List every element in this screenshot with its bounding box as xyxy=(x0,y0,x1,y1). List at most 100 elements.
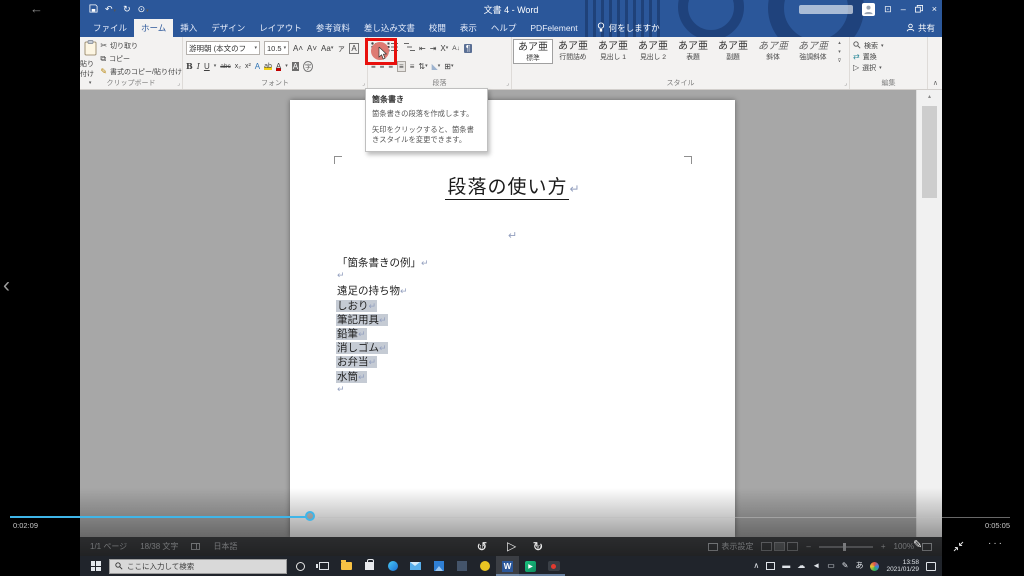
tab-デザイン[interactable]: デザイン xyxy=(204,19,252,37)
sort-button[interactable]: A↓ xyxy=(452,45,460,52)
grow-font-button[interactable]: A˄ xyxy=(293,44,303,53)
borders-button[interactable]: ⊞ ▾ xyxy=(444,62,453,71)
gallery-up-icon[interactable]: ▴ xyxy=(838,40,841,46)
character-count[interactable]: 18/38 文字 xyxy=(140,541,178,552)
line-spacing-button[interactable]: ⇅ ▾ xyxy=(418,62,427,71)
player-back-icon[interactable]: ← xyxy=(30,1,43,16)
select-button[interactable]: ▷ 選択 ▾ xyxy=(853,62,924,73)
style-表題[interactable]: あア亜 表題 xyxy=(673,39,713,64)
taskbar-clock[interactable]: 13:58 2021/01/29 xyxy=(886,559,919,574)
format-painter-button[interactable]: ✎ 書式のコピー/貼り付け xyxy=(100,66,182,77)
ribbon-display-options-icon[interactable]: ⊡ xyxy=(884,5,892,14)
progress-bar-handle[interactable] xyxy=(305,511,315,521)
style-斜体[interactable]: あア亜 斜体 xyxy=(753,39,793,64)
tab-校閲[interactable]: 校閲 xyxy=(422,19,453,37)
display-settings-button[interactable]: 表示設定 xyxy=(708,541,753,552)
rewind-10-button[interactable]: ↺ 10 xyxy=(475,538,489,556)
style-見出し 2[interactable]: あア亜 見出し 2 xyxy=(633,39,673,64)
tab-挿入[interactable]: 挿入 xyxy=(173,19,204,37)
cut-button[interactable]: ✂ 切り取り xyxy=(100,40,182,51)
italic-button[interactable]: I xyxy=(197,62,200,71)
paragraph-dialog-launcher[interactable]: ⌟ xyxy=(506,80,509,87)
document-line[interactable]: ↵ xyxy=(336,383,430,397)
zoom-level[interactable]: 100% xyxy=(894,542,914,551)
taskbar-search[interactable] xyxy=(109,558,287,574)
document-line[interactable]: 「箇条書きの例」↵ xyxy=(336,255,430,269)
document-line[interactable]: 遠足の持ち物↵ xyxy=(336,283,430,297)
fit-width-icon[interactable] xyxy=(922,542,932,551)
font-color-button[interactable]: A xyxy=(276,62,281,71)
document-line[interactable]: 水筒↵ xyxy=(336,369,430,383)
paste-button[interactable]: 貼り付け ▾ xyxy=(80,37,100,86)
scrollbar-thumb[interactable] xyxy=(922,106,937,198)
distribute-button[interactable]: ≡ xyxy=(410,62,415,71)
share-button[interactable]: 共有 xyxy=(906,19,935,37)
gallery-down-icon[interactable]: ▾ xyxy=(838,49,841,55)
strikethrough-button[interactable]: abc xyxy=(220,63,230,70)
tab-PDFelement[interactable]: PDFelement xyxy=(523,19,584,37)
video-editor-taskbar-button[interactable]: ▶ xyxy=(519,556,542,576)
player-prev-chevron-icon[interactable]: ‹ xyxy=(3,274,10,298)
task-view-button[interactable] xyxy=(312,556,335,576)
cortana-button[interactable] xyxy=(289,556,312,576)
search-input[interactable] xyxy=(127,561,267,571)
shrink-font-button[interactable]: A˅ xyxy=(307,44,317,53)
character-shading-button[interactable]: A xyxy=(291,61,300,71)
mail-button[interactable] xyxy=(404,556,427,576)
multilevel-list-button[interactable] xyxy=(403,39,415,57)
document-page[interactable]: 段落の使い方 ↵ ↵ 「箇条書きの例」↵ ↵ 遠足の持ち物↵ しおり↵ 筆記用具↵ 鉛筆↵ 消… xyxy=(290,100,735,537)
underline-button[interactable]: U xyxy=(204,62,210,71)
color-app-icon[interactable] xyxy=(870,561,880,571)
notification-center-icon[interactable] xyxy=(926,561,936,571)
word-taskbar-button[interactable]: W xyxy=(496,556,519,576)
language-indicator[interactable]: 日本語 xyxy=(213,541,237,552)
display-tray-icon[interactable]: ▭ xyxy=(827,561,835,571)
tab-レイアウト[interactable]: レイアウト xyxy=(252,19,309,37)
progress-bar-track[interactable] xyxy=(318,517,1010,518)
enclose-character-button[interactable]: 字 xyxy=(303,60,314,72)
style-行間詰め[interactable]: あア亜 行間詰め xyxy=(553,39,593,64)
zoom-slider-thumb[interactable] xyxy=(842,542,846,551)
highlight-color-button[interactable]: ab xyxy=(264,63,272,70)
zoom-out-button[interactable]: – xyxy=(806,542,810,551)
font-name-select[interactable]: 游明朝 (本文のフ ▾ xyxy=(186,41,260,55)
forward-30-button[interactable]: ↻ 30 xyxy=(531,538,545,556)
font-dialog-launcher[interactable]: ⌟ xyxy=(362,80,365,87)
user-avatar[interactable] xyxy=(862,3,876,16)
read-mode-button[interactable] xyxy=(761,542,773,551)
shading-button[interactable]: ◣ ▾ xyxy=(432,62,441,71)
tab-ホーム[interactable]: ホーム xyxy=(134,19,174,37)
styles-gallery-scroll[interactable]: ▴ ▾ ⊽ xyxy=(834,37,845,66)
onedrive-cloud-icon[interactable]: ☁ xyxy=(797,561,805,571)
document-line[interactable]: ↵ xyxy=(336,269,430,283)
zoom-slider[interactable] xyxy=(818,542,873,551)
empty-centered-paragraph[interactable]: ↵ xyxy=(290,226,735,244)
close-button[interactable]: × xyxy=(932,5,937,14)
replace-button[interactable]: ⇄ 置換 xyxy=(853,51,924,62)
font-size-select[interactable]: 10.5 ▾ xyxy=(264,41,289,55)
speaker-icon[interactable]: ◄ xyxy=(812,561,820,571)
zoom-in-button[interactable]: + xyxy=(881,542,886,551)
store-button[interactable] xyxy=(358,556,381,576)
decrease-indent-button[interactable]: ⇤ xyxy=(419,44,426,53)
tab-参考資料[interactable]: 参考資料 xyxy=(309,19,357,37)
print-layout-button[interactable] xyxy=(774,542,786,551)
document-line[interactable]: 筆記用具↵ xyxy=(336,312,430,326)
ime-mode-indicator[interactable]: あ xyxy=(855,561,863,571)
document-line[interactable]: 消しゴム↵ xyxy=(336,340,430,355)
change-case-button[interactable]: Aa ▾ xyxy=(321,44,333,53)
find-button[interactable]: 検索 ▾ xyxy=(853,40,924,51)
gallery-more-icon[interactable]: ⊽ xyxy=(838,58,842,64)
ruby-button[interactable]: ァ xyxy=(337,43,345,54)
pinned-app-button[interactable] xyxy=(473,556,496,576)
more-options-button[interactable]: ··· xyxy=(988,538,1004,549)
style-副題[interactable]: あア亜 副題 xyxy=(713,39,753,64)
justify-button[interactable]: ≡ xyxy=(397,60,406,72)
show-formatting-marks-button[interactable]: ¶ xyxy=(463,43,473,53)
recorder-taskbar-button[interactable] xyxy=(542,556,565,576)
minimize-button[interactable]: – xyxy=(901,5,906,14)
vertical-scrollbar[interactable]: ▴ xyxy=(916,90,942,537)
copy-button[interactable]: ⧉ コピー xyxy=(100,53,182,64)
style-見出し 1[interactable]: あア亜 見出し 1 xyxy=(593,39,633,64)
web-layout-button[interactable] xyxy=(787,542,799,551)
